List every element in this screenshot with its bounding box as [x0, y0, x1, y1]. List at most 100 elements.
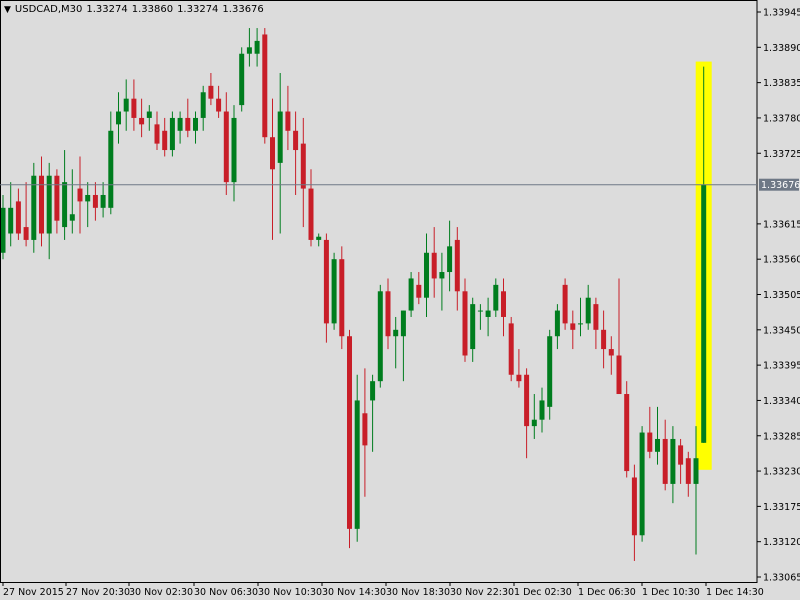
candle-body — [92, 194, 98, 208]
candle-body — [100, 194, 106, 208]
candle-body — [647, 432, 653, 452]
candle-body — [277, 111, 283, 163]
candle-body — [308, 188, 314, 240]
candle-body — [678, 445, 684, 465]
x-tick-label: 30 Nov 18:30 — [386, 587, 450, 598]
x-tick-label: 1 Dec 02:30 — [514, 587, 572, 598]
candle-body — [169, 117, 175, 151]
y-tick-label: 1.33450 — [763, 325, 800, 336]
y-tick-label: 1.33395 — [763, 361, 800, 372]
candle-body — [416, 284, 422, 298]
candle-body — [655, 438, 660, 452]
candle-body — [270, 137, 275, 170]
y-tick-label: 1.33560 — [763, 255, 800, 266]
candle-body — [162, 130, 168, 151]
x-tick-label: 30 Nov 02:30 — [129, 587, 193, 598]
y-tick-label: 1.33505 — [763, 290, 800, 301]
candle-body — [0, 207, 6, 253]
candle-body — [123, 98, 129, 112]
y-tick-label: 1.33725 — [763, 149, 800, 160]
candle-body — [216, 98, 222, 112]
candle-body — [624, 394, 630, 472]
candle-body — [316, 236, 322, 240]
y-tick-label: 1.33615 — [763, 219, 800, 230]
candle-body — [362, 413, 368, 446]
x-tick-label: 30 Nov 06:30 — [194, 587, 258, 598]
candle-body — [231, 117, 237, 183]
candle-body — [400, 310, 406, 337]
candle-body — [662, 438, 668, 484]
candle-body — [339, 259, 345, 337]
y-tick-label: 1.33285 — [763, 431, 800, 442]
candle-body — [639, 432, 645, 536]
candle-body — [370, 381, 376, 401]
candle-body — [8, 207, 14, 234]
candle-body — [300, 143, 306, 189]
x-tick-label: 30 Nov 14:30 — [322, 587, 386, 598]
x-tick-label: 1 Dec 06:30 — [578, 587, 636, 598]
axis-layer: 1.33945 1.33890 1.33835 1.33780 1.33725 1.336… — [0, 0, 800, 598]
candle-body — [439, 272, 445, 279]
y-tick-label: 1.33340 — [763, 396, 800, 407]
y-tick-label: 1.33945 — [763, 8, 800, 19]
y-tick-label: 1.33780 — [763, 113, 800, 124]
candle-body — [516, 374, 522, 382]
candle-body — [285, 111, 291, 131]
candle-body — [524, 374, 530, 427]
candle-body — [262, 34, 268, 138]
candle-body — [578, 323, 583, 325]
y-tick-label: 1.33120 — [763, 537, 800, 548]
candle-body — [293, 130, 299, 151]
candle-body — [477, 310, 483, 312]
candle-body — [447, 246, 453, 273]
candle-body — [631, 477, 637, 536]
candle-body — [408, 278, 414, 311]
candle-body — [431, 252, 437, 279]
candle-body — [54, 175, 60, 221]
candle-body — [177, 117, 183, 131]
candle-body — [347, 336, 352, 529]
x-tick-label: 1 Dec 10:30 — [642, 587, 700, 598]
candle-body — [377, 291, 383, 382]
y-tick-label: 1.33065 — [763, 573, 800, 584]
candle-body — [585, 297, 591, 324]
candle-body — [254, 40, 260, 54]
candles-layer — [0, 28, 712, 561]
candle-body — [62, 182, 68, 228]
candle-body — [593, 304, 599, 330]
candle-body — [393, 329, 399, 337]
candle-body — [154, 124, 160, 144]
candle-body — [539, 400, 545, 420]
y-tick-label: 1.33890 — [763, 43, 800, 54]
candle-body — [193, 117, 198, 131]
candle-body — [547, 336, 553, 407]
candle-body — [531, 419, 537, 427]
candle-body — [223, 111, 229, 183]
candle-body — [616, 355, 622, 395]
candle-body — [562, 284, 568, 324]
current-price-label: 1.33676 — [761, 180, 800, 191]
candle-body — [685, 458, 691, 484]
y-tick-label: 1.33175 — [763, 502, 800, 513]
candle-body — [462, 291, 468, 356]
candle-body — [131, 98, 137, 118]
candle-body — [693, 458, 699, 484]
candle-body — [501, 291, 506, 317]
candle-body — [69, 214, 75, 221]
candle-body — [508, 323, 514, 375]
x-tick-label: 30 Nov 10:30 — [258, 587, 322, 598]
y-tick-label: 1.33230 — [763, 467, 800, 478]
candlestick-chart[interactable]: 1.33945 1.33890 1.33835 1.33780 1.33725 1.336… — [0, 0, 800, 600]
x-tick-label: 27 Nov 2015 — [3, 587, 64, 598]
candle-body — [485, 310, 491, 317]
candle-body — [554, 310, 560, 337]
candle-body — [146, 111, 152, 118]
candle-body — [608, 349, 614, 356]
candle-body — [570, 323, 576, 330]
candle-body — [424, 252, 429, 298]
candle-body — [331, 259, 337, 324]
candle-body — [239, 53, 245, 106]
candle-body — [601, 329, 607, 350]
candle-body — [23, 227, 29, 240]
x-tick-label: 27 Nov 20:30 — [66, 587, 130, 598]
